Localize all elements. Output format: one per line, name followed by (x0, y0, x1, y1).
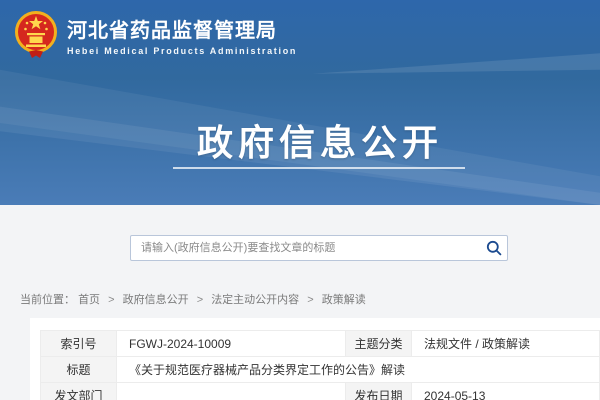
search-input[interactable] (131, 236, 481, 260)
index-number-value: FGWJ-2024-10009 (117, 331, 346, 357)
banner-underline (173, 167, 465, 169)
department-value (117, 383, 346, 400)
site-brand-text: 河北省药品监督管理局 Hebei Medical Products Admini… (67, 20, 297, 56)
breadcrumb-item-policy-interpretation[interactable]: 政策解读 (322, 294, 366, 306)
page: 河北省药品监督管理局 Hebei Medical Products Admini… (0, 0, 600, 400)
table-row: 标题 《关于规范医疗器械产品分类界定工作的公告》解读 (41, 357, 600, 383)
national-emblem-icon (14, 6, 58, 64)
site-brand: 河北省药品监督管理局 Hebei Medical Products Admini… (14, 6, 297, 64)
category-value: 法规文件 / 政策解读 (412, 331, 600, 357)
title-label: 标题 (41, 357, 117, 383)
site-title: 河北省药品监督管理局 (67, 20, 297, 42)
breadcrumb-item-gov-info[interactable]: 政府信息公开 (123, 294, 189, 306)
title-value: 《关于规范医疗器械产品分类界定工作的公告》解读 (117, 357, 600, 383)
index-number-label: 索引号 (41, 331, 117, 357)
breadcrumb-prefix: 当前位置： (20, 294, 75, 306)
breadcrumb-item-statutory-disclosure[interactable]: 法定主动公开内容 (211, 294, 299, 306)
publish-date-label: 发布日期 (346, 383, 412, 400)
breadcrumb-separator: > (108, 294, 114, 306)
publish-date-value: 2024-05-13 (412, 383, 600, 400)
table-row: 发文部门 发布日期 2024-05-13 (41, 383, 600, 400)
table-row: 索引号 FGWJ-2024-10009 主题分类 法规文件 / 政策解读 (41, 331, 600, 357)
breadcrumb-separator: > (307, 294, 313, 306)
search-button[interactable] (481, 236, 507, 260)
category-label: 主题分类 (346, 331, 412, 357)
search-box (130, 235, 508, 261)
content-panel: 索引号 FGWJ-2024-10009 主题分类 法规文件 / 政策解读 标题 … (30, 318, 600, 400)
search-icon (486, 240, 502, 256)
department-label: 发文部门 (41, 383, 117, 400)
banner-title: 政府信息公开 (40, 114, 600, 166)
document-detail-table: 索引号 FGWJ-2024-10009 主题分类 法规文件 / 政策解读 标题 … (40, 330, 600, 400)
hero-banner: 河北省药品监督管理局 Hebei Medical Products Admini… (0, 0, 600, 205)
site-subtitle: Hebei Medical Products Administration (67, 46, 297, 56)
breadcrumb: 当前位置： 首页 > 政府信息公开 > 法定主动公开内容 > 政策解读 (20, 291, 366, 307)
breadcrumb-item-home[interactable]: 首页 (78, 294, 100, 306)
breadcrumb-separator: > (197, 294, 203, 306)
